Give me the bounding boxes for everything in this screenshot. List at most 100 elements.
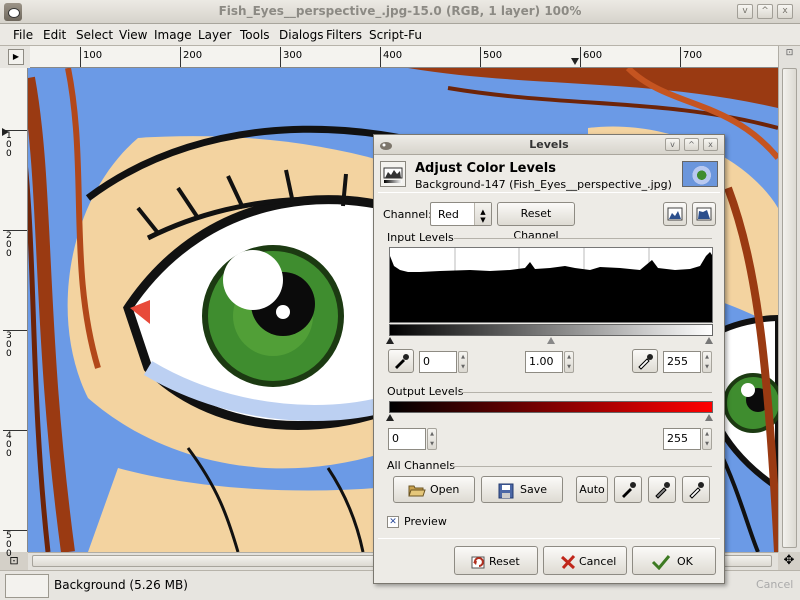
- dialog-minimize-button[interactable]: v: [665, 138, 680, 151]
- ok-button[interactable]: OK: [632, 546, 716, 575]
- output-high-spinner[interactable]: ▲ ▼: [702, 428, 712, 450]
- output-high-field[interactable]: 255: [663, 428, 701, 450]
- input-low-spinner[interactable]: ▲ ▼: [458, 351, 468, 373]
- white-point-picker[interactable]: [632, 349, 658, 373]
- input-gamma-field[interactable]: 1.00: [525, 351, 563, 373]
- menu-layer[interactable]: Layer: [198, 28, 231, 42]
- maximize-button[interactable]: ^: [757, 4, 773, 19]
- menu-dialogs[interactable]: Dialogs: [279, 28, 323, 42]
- black-point-picker[interactable]: [388, 349, 414, 373]
- input-low-field[interactable]: 0: [419, 351, 457, 373]
- vertical-ruler[interactable]: 100 200 300 400 500: [0, 68, 28, 559]
- input-black-handle[interactable]: [386, 337, 394, 344]
- eyedropper-icon: [655, 482, 670, 499]
- minimize-button[interactable]: v: [737, 4, 753, 19]
- input-high-value: 255: [667, 355, 688, 368]
- chevron-down-icon: ▲ ▼: [474, 203, 491, 225]
- cancel-x-icon: [560, 554, 576, 570]
- image-menu-arrow-icon[interactable]: ▶: [8, 49, 24, 65]
- ruler-tick: [580, 47, 581, 67]
- output-gradient-bar: [389, 401, 713, 413]
- input-gamma-handle[interactable]: [547, 337, 555, 344]
- input-histogram[interactable]: [389, 247, 713, 323]
- input-high-field[interactable]: 255: [663, 351, 701, 373]
- linear-histogram-icon: [667, 207, 683, 221]
- navigate-icon[interactable]: ✥: [779, 553, 799, 569]
- log-histogram-button[interactable]: [692, 202, 716, 226]
- channel-select[interactable]: Red ▲ ▼: [430, 202, 492, 226]
- levels-header-subtitle: Background-147 (Fish_Eyes__perspective_.…: [415, 178, 672, 191]
- ruler-label: 600: [583, 50, 603, 61]
- ruler-tick: [180, 47, 181, 67]
- auto-button[interactable]: Auto: [576, 476, 608, 503]
- cancel-button-label: Cancel: [579, 555, 617, 568]
- output-black-handle[interactable]: [386, 414, 394, 421]
- dialog-maximize-button[interactable]: ^: [684, 138, 699, 151]
- ruler-tick: [80, 47, 81, 67]
- pick-gray-point-button[interactable]: [648, 476, 676, 503]
- output-levels-label: Output Levels: [387, 385, 464, 398]
- vertical-scrollbar[interactable]: ⊡: [778, 46, 800, 552]
- ruler-pointer-marker: [571, 58, 579, 65]
- ruler-label: 500: [483, 50, 503, 61]
- reset-button[interactable]: Reset: [454, 546, 538, 575]
- layer-thumbnail: [682, 161, 718, 187]
- preview-checkbox[interactable]: ✕: [387, 516, 399, 528]
- cancel-button[interactable]: Cancel: [543, 546, 627, 575]
- pick-white-point-button[interactable]: [682, 476, 710, 503]
- linear-histogram-button[interactable]: [663, 202, 687, 226]
- input-gamma-spinner[interactable]: ▲ ▼: [564, 351, 574, 373]
- status-cancel-button[interactable]: Cancel: [756, 578, 793, 591]
- ruler-label: 200: [183, 50, 203, 61]
- output-low-field[interactable]: 0: [388, 428, 426, 450]
- ok-button-label: OK: [677, 555, 693, 568]
- ok-check-icon: [651, 554, 671, 571]
- status-layer-info: Background (5.26 MB): [54, 578, 188, 592]
- input-high-spinner[interactable]: ▲ ▼: [702, 351, 712, 373]
- horizontal-ruler[interactable]: 100 200 300 400 500 600 700: [30, 46, 778, 68]
- floppy-save-icon: [498, 483, 514, 499]
- menu-edit[interactable]: Edit: [43, 28, 66, 42]
- quick-mask-icon[interactable]: ⊡: [4, 554, 24, 568]
- menubar: File Edit Select View Image Layer Tools …: [0, 24, 800, 46]
- eyedropper-white-icon: [638, 354, 653, 370]
- vertical-scroll-thumb[interactable]: [782, 68, 797, 548]
- save-button[interactable]: Save: [481, 476, 563, 503]
- menu-select[interactable]: Select: [76, 28, 113, 42]
- reset-channel-button[interactable]: Reset Channel: [497, 202, 575, 242]
- pick-black-point-button[interactable]: [614, 476, 642, 503]
- levels-titlebar[interactable]: Levels v ^ x: [374, 135, 724, 155]
- footer-separator: [378, 538, 720, 539]
- window-title: Fish_Eyes__perspective_.jpg-15.0 (RGB, 1…: [218, 4, 582, 18]
- open-button[interactable]: Open: [393, 476, 475, 503]
- ruler-tick: [280, 47, 281, 67]
- input-levels-label: Input Levels: [387, 231, 454, 244]
- input-white-handle[interactable]: [705, 337, 713, 344]
- menu-file[interactable]: File: [13, 28, 33, 42]
- frame-divider: [454, 238, 712, 239]
- log-histogram-icon: [696, 207, 712, 221]
- window-titlebar[interactable]: Fish_Eyes__perspective_.jpg-15.0 (RGB, 1…: [0, 0, 800, 24]
- zoom-toggle-icon[interactable]: ⊡: [783, 48, 796, 64]
- close-button[interactable]: x: [777, 4, 793, 19]
- all-channels-label: All Channels: [387, 459, 456, 472]
- channel-select-value: Red: [438, 208, 459, 221]
- levels-dialog: Levels v ^ x Adjust Color Levels Backgro…: [373, 134, 725, 584]
- menu-image[interactable]: Image: [154, 28, 192, 42]
- input-gamma-value: 1.00: [529, 355, 554, 368]
- output-low-value: 0: [392, 432, 399, 445]
- frame-divider: [452, 466, 712, 467]
- pointer-coords-box: [5, 574, 49, 598]
- output-low-spinner[interactable]: ▲ ▼: [427, 428, 437, 450]
- menu-script-fu[interactable]: Script-Fu: [369, 28, 422, 42]
- menu-filters[interactable]: Filters: [326, 28, 362, 42]
- save-button-label: Save: [520, 483, 548, 496]
- output-white-handle[interactable]: [705, 414, 713, 421]
- menu-tools[interactable]: Tools: [240, 28, 270, 42]
- preview-label[interactable]: Preview: [404, 515, 447, 528]
- ruler-label: 700: [683, 50, 703, 61]
- dialog-close-button[interactable]: x: [703, 138, 718, 151]
- menu-view[interactable]: View: [119, 28, 147, 42]
- histogram-graph: [390, 248, 712, 322]
- output-high-value: 255: [667, 432, 688, 445]
